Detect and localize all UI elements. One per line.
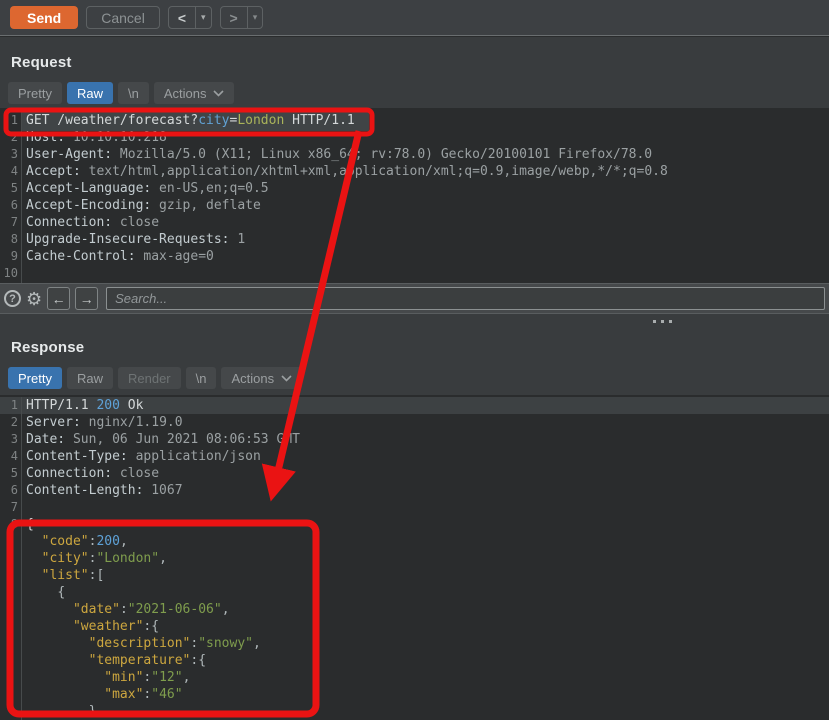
history-back-button[interactable]: < ▾: [168, 6, 212, 29]
search-input[interactable]: [106, 287, 825, 310]
caret-down-icon[interactable]: ▾: [248, 7, 263, 28]
send-button[interactable]: Send: [10, 6, 78, 29]
search-next-button[interactable]: →: [75, 287, 98, 310]
code-line: 4Content-Type: application/json: [0, 448, 829, 465]
code-line: 5Accept-Language: en-US,en;q=0.5: [0, 180, 829, 197]
request-editor[interactable]: 1GET /weather/forecast?city=London HTTP/…: [0, 108, 829, 283]
code-line: 3Date: Sun, 06 Jun 2021 08:06:53 GMT: [0, 431, 829, 448]
history-forward-button[interactable]: > ▾: [220, 6, 264, 29]
code-line: 4Accept: text/html,application/xhtml+xml…: [0, 163, 829, 180]
line-number: [0, 533, 22, 550]
line-number: 1: [0, 397, 22, 414]
line-number: 10: [0, 265, 22, 282]
response-editor[interactable]: 1HTTP/1.1 200 Ok2Server: nginx/1.19.03Da…: [0, 395, 829, 720]
drag-handle-icon[interactable]: [653, 320, 672, 323]
code-line: "code":200,: [0, 533, 829, 550]
response-tab-actions[interactable]: Actions: [221, 367, 302, 389]
code-line: 1HTTP/1.1 200 Ok: [0, 397, 829, 414]
actions-label: Actions: [231, 371, 274, 386]
code-line: 6Accept-Encoding: gzip, deflate: [0, 197, 829, 214]
request-title: Request: [11, 54, 72, 71]
caret-down-icon[interactable]: ▾: [196, 7, 211, 28]
request-tab-actions[interactable]: Actions: [154, 82, 235, 104]
code-line: "min":"12",: [0, 669, 829, 686]
line-number: [0, 601, 22, 618]
code-line: "weather":{: [0, 618, 829, 635]
line-number: 7: [0, 499, 22, 516]
search-previous-button[interactable]: ←: [47, 287, 70, 310]
code-line: "temperature":{: [0, 652, 829, 669]
request-view-tabs: Pretty Raw \n Actions: [8, 82, 234, 104]
code-line: {: [0, 584, 829, 601]
line-number: [0, 686, 22, 703]
request-tab-newline[interactable]: \n: [118, 82, 149, 104]
line-number: 5: [0, 180, 22, 197]
line-number: 1: [0, 112, 22, 129]
response-panel-header: Response Pretty Raw Render \n Actions: [0, 330, 829, 395]
request-panel-header: Request Pretty Raw \n Actions: [0, 37, 829, 108]
code-line: "list":[: [0, 567, 829, 584]
line-number: [0, 584, 22, 601]
line-number: 6: [0, 197, 22, 214]
search-bar: ? ⚙ ← →: [0, 283, 829, 314]
code-line: 8Upgrade-Insecure-Requests: 1: [0, 231, 829, 248]
line-number: 9: [0, 248, 22, 265]
line-number: [0, 652, 22, 669]
request-tab-pretty[interactable]: Pretty: [8, 82, 62, 104]
right-arrow-icon: →: [80, 291, 94, 307]
request-tab-raw[interactable]: Raw: [67, 82, 113, 104]
response-tab-render[interactable]: Render: [118, 367, 181, 389]
code-line: "city":"London",: [0, 550, 829, 567]
code-line: 8{: [0, 516, 829, 533]
chevron-down-icon: [213, 90, 224, 97]
line-number: 4: [0, 163, 22, 180]
chevron-down-icon: [281, 375, 292, 382]
line-number: 6: [0, 482, 22, 499]
response-tab-raw[interactable]: Raw: [67, 367, 113, 389]
line-number: [0, 550, 22, 567]
line-number: 2: [0, 414, 22, 431]
response-view-tabs: Pretty Raw Render \n Actions: [8, 367, 302, 389]
line-number: 7: [0, 214, 22, 231]
line-number: [0, 635, 22, 652]
response-tab-pretty[interactable]: Pretty: [8, 367, 62, 389]
back-arrow-label: <: [169, 7, 195, 28]
help-icon[interactable]: ?: [4, 290, 21, 307]
code-line: 7Connection: close: [0, 214, 829, 231]
repeater-toolbar: Send Cancel < ▾ > ▾: [0, 0, 829, 36]
code-line: 9Cache-Control: max-age=0: [0, 248, 829, 265]
line-number: 3: [0, 146, 22, 163]
code-line: 6Content-Length: 1067: [0, 482, 829, 499]
code-line: 1GET /weather/forecast?city=London HTTP/…: [0, 112, 829, 129]
panel-splitter[interactable]: [0, 314, 829, 330]
code-line: 7: [0, 499, 829, 516]
line-number: [0, 618, 22, 635]
line-number: 8: [0, 231, 22, 248]
response-title: Response: [11, 339, 84, 356]
code-line: "description":"snowy",: [0, 635, 829, 652]
code-line: 2Host: 10.10.10.218: [0, 129, 829, 146]
code-line: 5Connection: close: [0, 465, 829, 482]
code-line: 3User-Agent: Mozilla/5.0 (X11; Linux x86…: [0, 146, 829, 163]
line-number: 4: [0, 448, 22, 465]
code-line: }: [0, 703, 829, 720]
line-number: 8: [0, 516, 22, 533]
code-line: "date":"2021-06-06",: [0, 601, 829, 618]
code-line: 2Server: nginx/1.19.0: [0, 414, 829, 431]
line-number: [0, 703, 22, 720]
response-tab-newline[interactable]: \n: [186, 367, 217, 389]
line-number: 2: [0, 129, 22, 146]
left-arrow-icon: ←: [52, 291, 66, 307]
line-number: [0, 567, 22, 584]
line-number: 5: [0, 465, 22, 482]
code-line: 10: [0, 265, 829, 282]
actions-label: Actions: [164, 86, 207, 101]
settings-gear-icon[interactable]: ⚙: [26, 290, 42, 308]
code-line: "max":"46": [0, 686, 829, 703]
forward-arrow-label: >: [221, 7, 247, 28]
cancel-button[interactable]: Cancel: [86, 6, 160, 29]
line-number: [0, 669, 22, 686]
line-number: 3: [0, 431, 22, 448]
